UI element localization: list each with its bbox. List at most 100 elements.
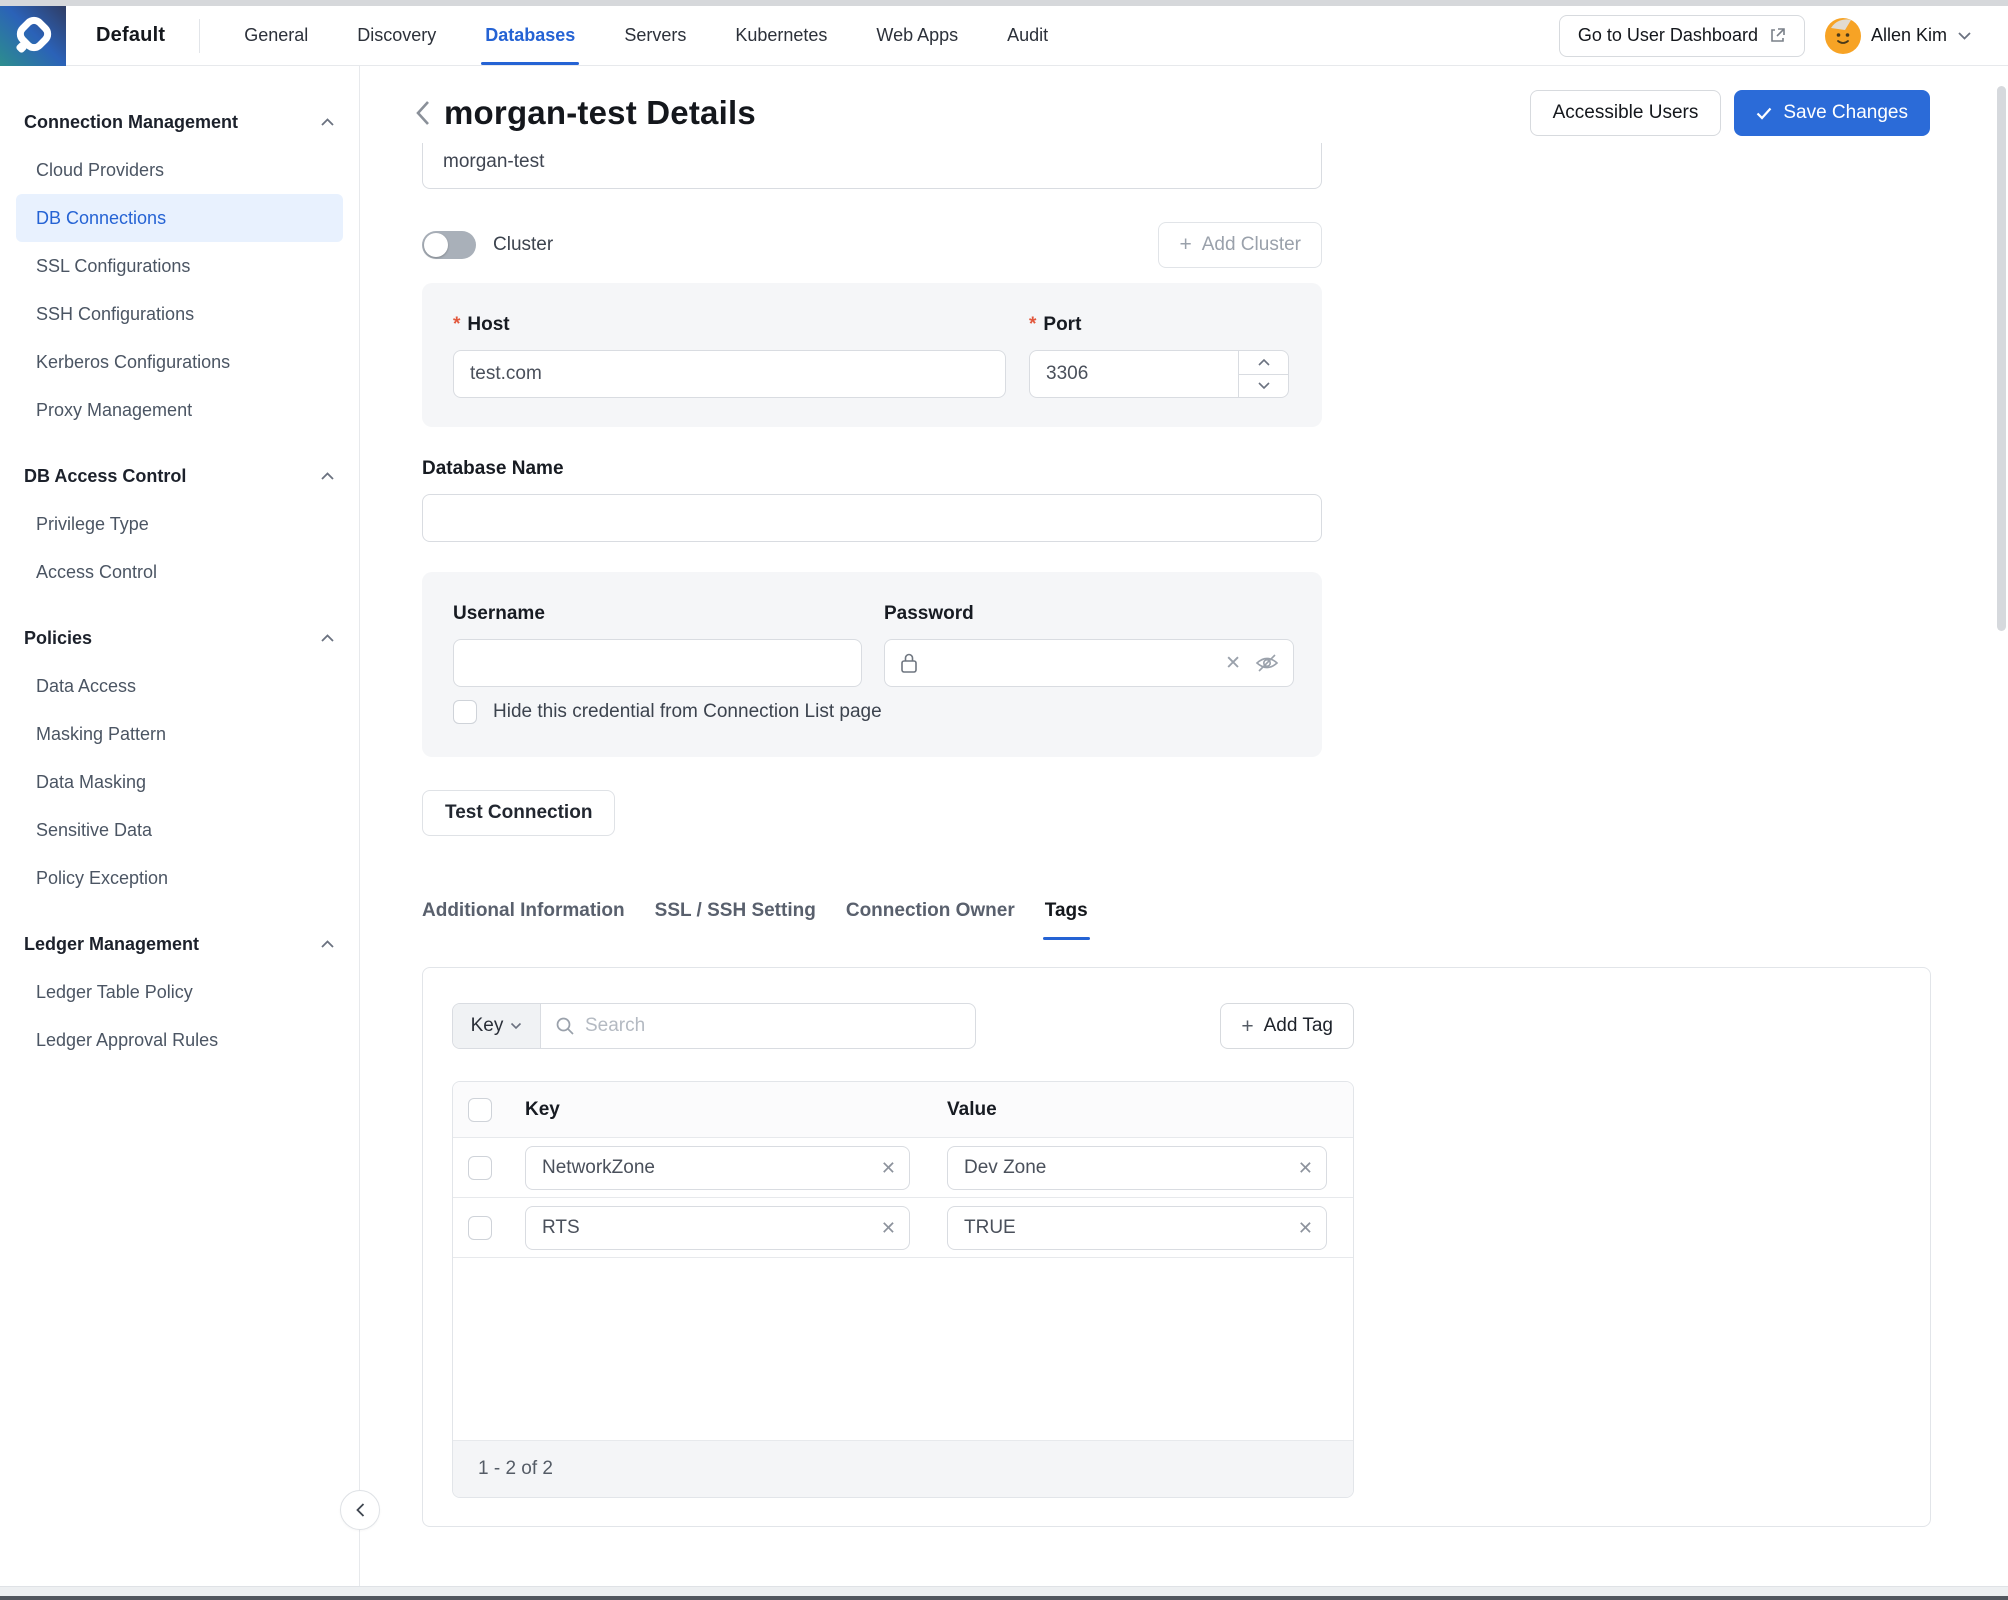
search-field-selector[interactable]: Key	[453, 1004, 541, 1048]
section-title: Policies	[24, 628, 92, 649]
top-navigation-bar: Default General Discovery Databases Serv…	[0, 6, 2008, 66]
sidebar-item-masking-pattern[interactable]: Masking Pattern	[16, 710, 343, 758]
chevron-up-icon[interactable]	[320, 471, 335, 481]
port-increment-button[interactable]	[1239, 351, 1288, 375]
sidebar-item-access-control[interactable]: Access Control	[16, 548, 343, 596]
nav-tab-audit[interactable]: Audit	[1007, 6, 1048, 65]
chevron-up-icon[interactable]	[320, 939, 335, 949]
hide-credential-checkbox[interactable]	[453, 700, 477, 724]
add-tag-button[interactable]: + Add Tag	[1220, 1003, 1354, 1049]
vertical-scrollbar[interactable]	[1997, 86, 2006, 631]
connection-name-input[interactable]: morgan-test	[422, 143, 1322, 189]
tab-tags[interactable]: Tags	[1045, 898, 1088, 940]
querypie-logo[interactable]	[0, 0, 66, 66]
save-changes-button[interactable]: Save Changes	[1734, 90, 1930, 136]
tag-value-input[interactable]	[947, 1206, 1327, 1250]
tab-additional-information[interactable]: Additional Information	[422, 898, 625, 940]
host-label: Host	[467, 314, 509, 336]
tab-ssl-ssh-setting[interactable]: SSL / SSH Setting	[655, 898, 816, 940]
section-title: Connection Management	[24, 112, 238, 133]
go-to-user-dashboard-button[interactable]: Go to User Dashboard	[1559, 15, 1805, 57]
tag-key-input[interactable]	[525, 1146, 910, 1190]
divider	[199, 19, 200, 53]
sidebar-section-connection-management: Connection Management Cloud Providers DB…	[0, 98, 359, 434]
nav-tab-web-apps[interactable]: Web Apps	[876, 6, 958, 65]
port-input[interactable]: 3306	[1029, 350, 1289, 398]
search-icon	[555, 1016, 575, 1036]
port-decrement-button[interactable]	[1239, 375, 1288, 398]
tag-row: ✕ ✕	[453, 1198, 1353, 1258]
username-input[interactable]	[453, 639, 862, 687]
lock-icon	[899, 652, 919, 674]
sidebar-item-data-masking[interactable]: Data Masking	[16, 758, 343, 806]
sidebar-item-ledger-table-policy[interactable]: Ledger Table Policy	[16, 968, 343, 1016]
host-port-panel: * Host * Port 3306	[422, 283, 1322, 427]
sidebar-item-ssh-configurations[interactable]: SSH Configurations	[16, 290, 343, 338]
tag-search-input[interactable]	[585, 1015, 961, 1037]
port-label: Port	[1043, 314, 1081, 336]
tags-table-header: Key Value	[453, 1082, 1353, 1138]
column-header-value: Value	[947, 1099, 997, 1121]
cluster-label: Cluster	[493, 234, 553, 256]
tags-table: Key Value ✕ ✕	[452, 1081, 1354, 1498]
row-checkbox[interactable]	[468, 1156, 492, 1180]
sidebar-item-sensitive-data[interactable]: Sensitive Data	[16, 806, 343, 854]
nav-tab-databases[interactable]: Databases	[485, 6, 575, 65]
row-checkbox[interactable]	[468, 1216, 492, 1240]
sidebar-item-policy-exception[interactable]: Policy Exception	[16, 854, 343, 902]
sidebar-item-cloud-providers[interactable]: Cloud Providers	[16, 146, 343, 194]
sidebar-item-db-connections[interactable]: DB Connections	[16, 194, 343, 242]
host-input[interactable]	[453, 350, 1006, 398]
nav-tab-general[interactable]: General	[244, 6, 308, 65]
sidebar-item-kerberos-configurations[interactable]: Kerberos Configurations	[16, 338, 343, 386]
chevron-up-icon[interactable]	[320, 633, 335, 643]
main-content: morgan-test Details Accessible Users Sav…	[361, 66, 2008, 1586]
sidebar-item-ssl-configurations[interactable]: SSL Configurations	[16, 242, 343, 290]
tag-key-input[interactable]	[525, 1206, 910, 1250]
detail-tabs: Additional Information SSL / SSH Setting…	[422, 898, 1322, 940]
sidebar-item-proxy-management[interactable]: Proxy Management	[16, 386, 343, 434]
nav-tab-servers[interactable]: Servers	[624, 6, 686, 65]
sidebar-item-privilege-type[interactable]: Privilege Type	[16, 500, 343, 548]
column-header-key: Key	[525, 1099, 560, 1121]
sidebar-item-data-access[interactable]: Data Access	[16, 662, 343, 710]
sidebar-item-ledger-approval-rules[interactable]: Ledger Approval Rules	[16, 1016, 343, 1064]
database-name-input[interactable]	[422, 494, 1322, 542]
nav-tab-kubernetes[interactable]: Kubernetes	[735, 6, 827, 65]
plus-icon: +	[1241, 1016, 1253, 1037]
select-all-checkbox[interactable]	[468, 1098, 492, 1122]
section-title: DB Access Control	[24, 466, 186, 487]
page-title: morgan-test Details	[444, 94, 756, 132]
database-name-label: Database Name	[422, 458, 1322, 482]
sidebar-collapse-button[interactable]	[340, 1490, 380, 1530]
chevron-down-icon	[1957, 31, 1972, 41]
accessible-users-button[interactable]: Accessible Users	[1530, 90, 1722, 136]
sidebar-section-ledger-management: Ledger Management Ledger Table Policy Le…	[0, 920, 359, 1064]
sidebar-section-policies: Policies Data Access Masking Pattern Dat…	[0, 614, 359, 902]
external-link-icon	[1769, 27, 1786, 44]
back-button[interactable]	[408, 98, 438, 128]
sidebar: Connection Management Cloud Providers DB…	[0, 66, 360, 1586]
main-nav-tabs: General Discovery Databases Servers Kube…	[244, 6, 1048, 65]
clear-icon[interactable]: ✕	[1298, 1219, 1313, 1237]
nav-tab-discovery[interactable]: Discovery	[357, 6, 436, 65]
tags-panel: Key + Add Tag	[422, 967, 1931, 1527]
tag-value-input[interactable]	[947, 1146, 1327, 1190]
sidebar-section-db-access-control: DB Access Control Privilege Type Access …	[0, 452, 359, 596]
user-menu[interactable]: Allen Kim	[1825, 18, 1972, 54]
password-clear-icon[interactable]: ✕	[1225, 654, 1241, 673]
cluster-toggle[interactable]	[422, 231, 476, 259]
plus-icon: +	[1179, 233, 1191, 257]
add-cluster-button[interactable]: + Add Cluster	[1158, 222, 1322, 268]
chevron-up-icon[interactable]	[320, 117, 335, 127]
clear-icon[interactable]: ✕	[881, 1219, 896, 1237]
required-asterisk: *	[453, 314, 460, 336]
tags-pagination: 1 - 2 of 2	[453, 1440, 1353, 1497]
test-connection-button[interactable]: Test Connection	[422, 790, 615, 836]
avatar	[1825, 18, 1861, 54]
clear-icon[interactable]: ✕	[1298, 1159, 1313, 1177]
tab-connection-owner[interactable]: Connection Owner	[846, 898, 1015, 940]
check-icon	[1756, 107, 1772, 120]
eye-off-icon[interactable]	[1255, 653, 1279, 673]
clear-icon[interactable]: ✕	[881, 1159, 896, 1177]
